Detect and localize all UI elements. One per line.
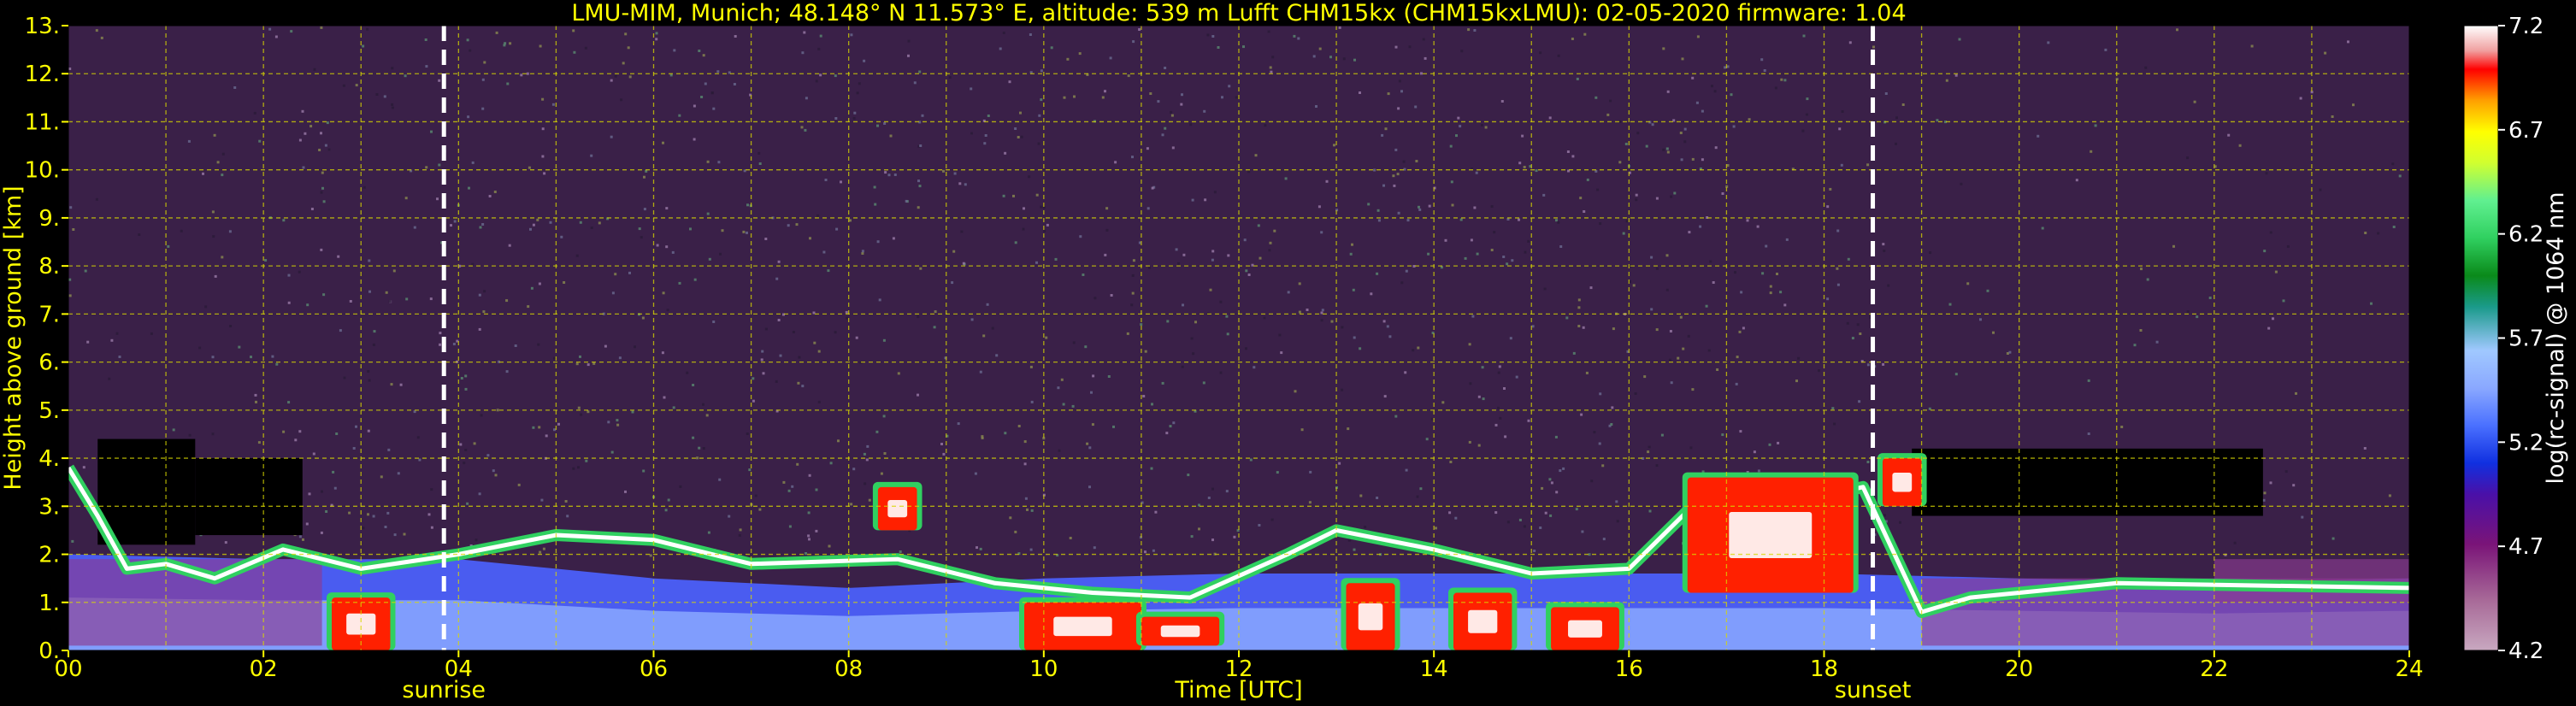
y-tick-label: 13. xyxy=(25,14,60,39)
y-tick-label: 1. xyxy=(38,591,60,616)
y-tick-label: 11. xyxy=(25,109,60,135)
y-tick-label: 10. xyxy=(25,158,60,184)
ceilometer-chart: sunrise sunset 00 02 04 06 08 10 12 14 16 18 20 22 24… xyxy=(0,0,2569,703)
y-tick-label: 12. xyxy=(25,62,60,87)
colorbar-tick-label: 7.2 xyxy=(2508,14,2544,39)
y-tick-label: 5. xyxy=(38,398,60,424)
signal-region-peak xyxy=(1053,616,1112,637)
x-tick-label: 20 xyxy=(2005,656,2033,682)
signal-region-peak xyxy=(346,613,376,635)
x-axis-label: Time [UTC] xyxy=(1174,677,1302,703)
signal-region-peak xyxy=(1729,512,1813,559)
y-tick-label: 7. xyxy=(38,302,60,327)
signal-region-peak xyxy=(887,499,908,518)
y-tick-label: 0. xyxy=(38,638,60,664)
signal-region-peak xyxy=(1892,472,1913,492)
y-axis-label: Height above ground [km] xyxy=(0,185,27,490)
colorbar-scale xyxy=(2463,25,2499,651)
y-tick-label: 4. xyxy=(38,446,60,472)
colorbar-tick-label: 5.2 xyxy=(2508,430,2544,456)
x-tick-label: 18 xyxy=(1810,656,1838,682)
signal-region-peak xyxy=(1160,625,1200,638)
chart-title: LMU-MIM, Munich; 48.148° N 11.573° E, al… xyxy=(571,0,1906,26)
colorbar-tick-label: 5.7 xyxy=(2508,327,2544,352)
signal-region-peak xyxy=(1468,609,1498,633)
colorbar: 4.2 4.7 5.2 5.7 6.2 6.7 7.2 xyxy=(2463,14,2544,664)
x-tick-label: 02 xyxy=(250,656,278,682)
x-tick-label: 14 xyxy=(1420,656,1448,682)
colorbar-tick-label: 4.2 xyxy=(2508,638,2544,664)
y-tick-label: 3. xyxy=(38,494,60,520)
x-tick-label: 16 xyxy=(1615,656,1643,682)
event-label-sunset: sunset xyxy=(1835,677,1912,703)
low-signal-zone xyxy=(195,458,303,536)
x-tick-label: 22 xyxy=(2200,656,2228,682)
signal-region-peak xyxy=(1568,620,1602,638)
colorbar-tick-label: 6.7 xyxy=(2508,118,2544,144)
signal-region-peak xyxy=(1358,603,1383,631)
colorbar-tick-label: 4.7 xyxy=(2508,534,2544,560)
x-tick-label: 06 xyxy=(640,656,668,682)
y-tick-label: 2. xyxy=(38,543,60,568)
low-signal-zone xyxy=(97,438,196,545)
x-tick-label: 24 xyxy=(2395,656,2423,682)
y-tick-label: 9. xyxy=(38,206,60,232)
x-tick-label: 08 xyxy=(834,656,863,682)
colorbar-label: log(rc-signal) @ 1064 nm xyxy=(2543,191,2569,484)
y-tick-label: 6. xyxy=(38,350,60,376)
y-tick-label: 8. xyxy=(38,254,60,279)
x-tick-label: 04 xyxy=(445,656,473,682)
x-tick-label: 10 xyxy=(1029,656,1058,682)
colorbar-tick-label: 6.2 xyxy=(2508,222,2544,248)
